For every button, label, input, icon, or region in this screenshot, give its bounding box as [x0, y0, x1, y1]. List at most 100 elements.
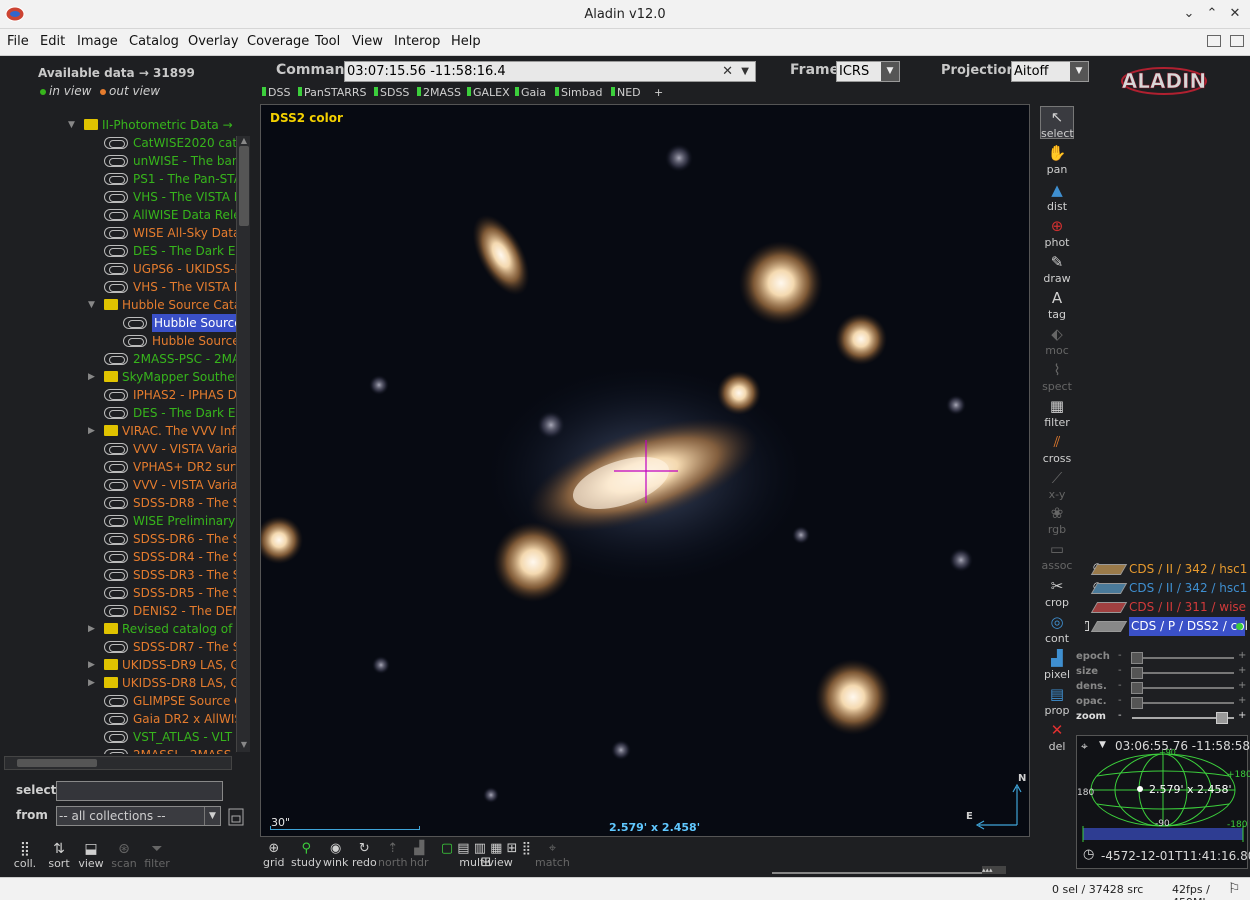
- expand-right-icon[interactable]: ▶: [88, 368, 98, 386]
- scan-button[interactable]: ⊛ scan: [109, 841, 139, 870]
- splitter-handle[interactable]: [772, 872, 1006, 874]
- minimize-icon[interactable]: ⌄: [1180, 5, 1198, 23]
- tree-item[interactable]: DENIS2 - The DEN: [0, 602, 236, 620]
- tree-vertical-scrollbar[interactable]: ▲ ▼: [236, 136, 250, 752]
- tool-cross[interactable]: ⫽ cross: [1040, 432, 1074, 465]
- tree-item[interactable]: GLIMPSE Source C: [0, 692, 236, 710]
- north-button[interactable]: ⇡ north: [378, 842, 408, 870]
- tree-folder[interactable]: ▶ SkyMapper Souther: [0, 368, 236, 386]
- menu-image[interactable]: Image: [77, 34, 118, 49]
- tree-item[interactable]: 2MASSI - 2MASS S: [0, 746, 236, 754]
- tree-folder[interactable]: ▼ Hubble Source Cata: [0, 296, 236, 314]
- command-input[interactable]: 03:07:15.56 -11:58:16.4 ✕ ▼: [344, 61, 756, 82]
- tool-draw[interactable]: ✎ draw: [1040, 252, 1074, 285]
- expand-down-icon[interactable]: ▼: [68, 116, 78, 134]
- tool-phot[interactable]: ⊕ phot: [1040, 216, 1074, 249]
- coll-button[interactable]: ⣿ coll.: [10, 841, 40, 870]
- size-slider[interactable]: size - +: [1076, 665, 1246, 680]
- stack-layer-wise[interactable]: CDS / II / 311 / wise: [1085, 598, 1247, 617]
- redo-button[interactable]: ↻ redo: [352, 842, 377, 870]
- tool-select[interactable]: ↖ select: [1040, 106, 1074, 140]
- wink-button[interactable]: ◉ wink: [323, 842, 348, 870]
- tree-item[interactable]: CatWISE2020 cata: [0, 134, 236, 152]
- tree-item[interactable]: IPHAS2 - IPHAS DI: [0, 386, 236, 404]
- tool-rgb[interactable]: ❀ rgb: [1040, 503, 1074, 536]
- tree-folder[interactable]: ▼ II-Photometric Data → 3: [0, 116, 236, 134]
- expand-right-icon[interactable]: ▶: [88, 422, 98, 440]
- tree-item[interactable]: 2MASS-PSC - 2MA: [0, 350, 236, 368]
- tree-item[interactable]: SDSS-DR3 - The SI: [0, 566, 236, 584]
- menu-catalog[interactable]: Catalog: [129, 34, 179, 49]
- tree-item[interactable]: SDSS-DR5 - The SI: [0, 584, 236, 602]
- opacity-slider[interactable]: opac. - +: [1076, 695, 1246, 710]
- projection-select[interactable]: Aitoff ▼: [1011, 61, 1089, 82]
- tool-spect[interactable]: ⌇ spect: [1040, 360, 1074, 393]
- multiview-button[interactable]: ▢ ▤ ▥ ▦ ⊞ ⣿ ⊞ multiview: [438, 842, 534, 870]
- menu-help[interactable]: Help: [451, 34, 481, 49]
- survey-2mass[interactable]: 2MASS: [417, 86, 461, 99]
- tree-item[interactable]: SDSS-DR6 - The SI: [0, 530, 236, 548]
- tool-filter[interactable]: ▦ filter: [1040, 396, 1074, 429]
- save-list-icon[interactable]: [228, 808, 244, 826]
- tree-item[interactable]: DES - The Dark En: [0, 242, 236, 260]
- expand-right-icon[interactable]: ▶: [88, 656, 98, 674]
- tree-folder[interactable]: ▶ UKIDSS-DR9 LAS, G: [0, 656, 236, 674]
- tree-item[interactable]: DES - The Dark En: [0, 404, 236, 422]
- network-status-icon[interactable]: ⚐: [1228, 881, 1241, 897]
- collections-select[interactable]: -- all collections -- ▼: [56, 806, 221, 826]
- stack-layer-dss2-color[interactable]: ✓ CDS / P / DSS2 / colo: [1085, 617, 1247, 636]
- stack-layer-hsc1-1[interactable]: ◷ CDS / II / 342 / hsc1~1: [1085, 560, 1247, 579]
- tree-item[interactable]: Hubble Source: [0, 314, 236, 332]
- survey-galex[interactable]: GALEX: [467, 86, 510, 99]
- tree-item[interactable]: VST_ATLAS - VLT S: [0, 728, 236, 746]
- tool-dist[interactable]: ▲ dist: [1040, 180, 1074, 213]
- view-button[interactable]: ⬓ view: [76, 841, 106, 870]
- tool-tag[interactable]: Atag: [1040, 288, 1074, 321]
- sky-view[interactable]: DSS2 color 30" 2.579' x 2.458' N E: [260, 104, 1030, 837]
- visibility-checkbox[interactable]: ✓: [1085, 621, 1089, 631]
- tree-folder[interactable]: ▶ VIRAC. The VVV Infra: [0, 422, 236, 440]
- menu-view[interactable]: View: [352, 34, 383, 49]
- sort-button[interactable]: ⇅ sort: [44, 841, 74, 870]
- tool-prop[interactable]: ▤ prop: [1040, 684, 1074, 717]
- tree-item[interactable]: WISE All-Sky Data: [0, 224, 236, 242]
- tree-item[interactable]: UGPS6 - UKIDSS-D: [0, 260, 236, 278]
- menu-interop[interactable]: Interop: [394, 34, 440, 49]
- tree-item[interactable]: Gaia DR2 x AllWIS: [0, 710, 236, 728]
- grid-button[interactable]: ⊕ grid: [263, 842, 285, 870]
- tree-item[interactable]: VPHAS+ DR2 surve: [0, 458, 236, 476]
- survey-simbad[interactable]: Simbad: [555, 86, 602, 99]
- stack-layer-hsc1[interactable]: ◷ CDS / II / 342 / hsc1: [1085, 579, 1247, 598]
- expand-down-icon[interactable]: ▼: [88, 296, 98, 314]
- tool-xy[interactable]: ⟋ x-y: [1040, 468, 1074, 501]
- expand-right-icon[interactable]: ▶: [88, 674, 98, 692]
- tree-item[interactable]: SDSS-DR4 - The SI: [0, 548, 236, 566]
- tree-folder[interactable]: ▶ UKIDSS-DR8 LAS, G: [0, 674, 236, 692]
- tree-item[interactable]: VHS - The VISTA H: [0, 278, 236, 296]
- scrollbar-thumb[interactable]: [239, 146, 249, 226]
- drag-handle-icon[interactable]: ▴▴▴: [982, 866, 1006, 874]
- survey-panstarrs[interactable]: PanSTARRS: [298, 86, 367, 99]
- survey-sdss[interactable]: SDSS: [374, 86, 409, 99]
- menu-overlay[interactable]: Overlay: [188, 34, 239, 49]
- tree-item[interactable]: unWISE - The band: [0, 152, 236, 170]
- tree-item[interactable]: SDSS-DR7 - The SI: [0, 638, 236, 656]
- hdr-button[interactable]: ▟ hdr: [410, 842, 428, 870]
- survey-dss[interactable]: DSS: [262, 86, 290, 99]
- tool-cont[interactable]: ◎ cont: [1040, 612, 1074, 645]
- epoch-slider[interactable]: epoch - +: [1076, 650, 1246, 665]
- tree-item[interactable]: VHS - The VISTA H: [0, 188, 236, 206]
- tree-item[interactable]: WISE Preliminary I: [0, 512, 236, 530]
- tool-assoc[interactable]: ▭ assoc: [1040, 539, 1074, 572]
- restore-window-icon[interactable]: [1207, 35, 1221, 47]
- menu-edit[interactable]: Edit: [40, 34, 65, 49]
- tool-moc[interactable]: ⬖ moc: [1040, 324, 1074, 357]
- survey-ned[interactable]: NED: [611, 86, 641, 99]
- tool-del[interactable]: ✕ del: [1040, 720, 1074, 753]
- tree-item[interactable]: PS1 - The Pan-STA: [0, 170, 236, 188]
- menu-tool[interactable]: Tool: [315, 34, 340, 49]
- zoom-slider[interactable]: zoom - +: [1076, 710, 1246, 725]
- density-slider[interactable]: dens. - +: [1076, 680, 1246, 695]
- survey-gaia[interactable]: Gaia: [515, 86, 546, 99]
- menu-file[interactable]: File: [7, 34, 29, 49]
